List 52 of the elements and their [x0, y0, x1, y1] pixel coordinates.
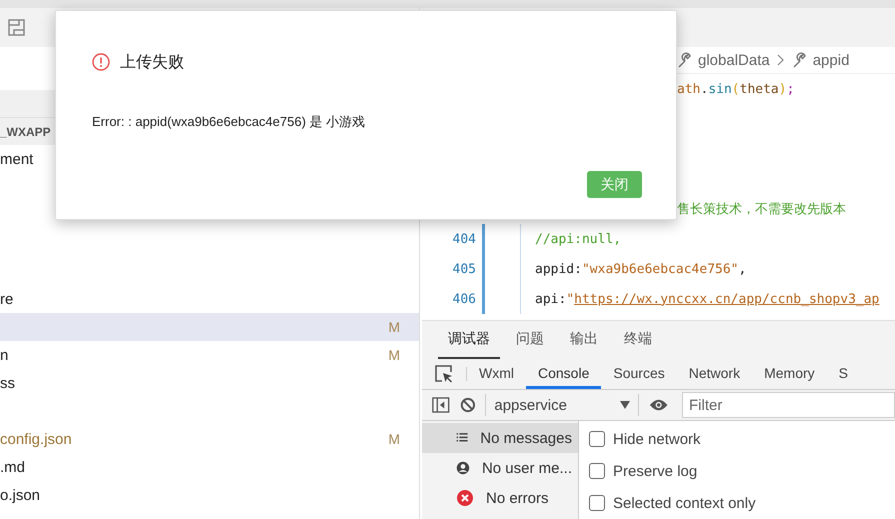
code-line: //api:null,	[534, 232, 622, 246]
breadcrumb-item[interactable]: globalData	[698, 52, 770, 68]
file-name[interactable]: config.json	[0, 430, 72, 448]
devtools-tab[interactable]: Network	[676, 358, 752, 390]
filter-field[interactable]: Filter	[682, 392, 895, 418]
devtools-tab[interactable]: S	[826, 358, 860, 390]
status-label: M	[388, 431, 400, 447]
save-icon[interactable]	[8, 19, 25, 36]
dialog-title: 上传失败	[120, 52, 184, 72]
file-name[interactable]: o.json	[0, 486, 40, 504]
file-name[interactable]: n	[0, 346, 8, 364]
line-number: 404	[452, 232, 477, 246]
devtools-tab[interactable]: Console	[526, 358, 602, 390]
panel-tab[interactable]: 输出	[560, 321, 608, 359]
console-filter-item[interactable]: No user me...	[422, 453, 578, 483]
file-name[interactable]: re	[0, 290, 14, 308]
line-number: 406	[452, 292, 477, 306]
status-label: M	[388, 319, 400, 335]
line-number: 405	[452, 262, 477, 276]
panel-tab[interactable]: 终端	[614, 321, 662, 359]
chevron-icon	[776, 54, 784, 66]
code-line: ath.sin(theta);	[676, 82, 794, 96]
checkbox-label[interactable]: Hide network	[613, 430, 701, 448]
breadcrumb-item[interactable]: appid	[812, 52, 850, 68]
warning-icon	[92, 53, 110, 71]
file-name[interactable]: ment	[0, 150, 34, 168]
console-filter-item[interactable]: No messages	[422, 423, 578, 453]
code-line: 售长策技术，不需要改先版本	[676, 200, 846, 218]
code-line: appid:"wxa9b6e6ebcac4e756",	[534, 262, 746, 276]
checkbox[interactable]	[589, 495, 605, 511]
panel-tab[interactable]: 问题	[506, 321, 554, 359]
console-filter-item[interactable]: No errors	[422, 483, 578, 513]
error-icon	[456, 489, 474, 507]
devtools-tab[interactable]: Sources	[601, 358, 677, 390]
checkbox[interactable]	[589, 431, 605, 447]
checkbox-label[interactable]: Selected context only	[613, 494, 756, 512]
status-label: M	[388, 347, 400, 363]
file-name[interactable]: .md	[0, 458, 26, 476]
sidebar-toggle-icon[interactable]	[432, 396, 450, 414]
checkbox[interactable]	[589, 463, 605, 479]
panel-tab[interactable]: 调试器	[438, 321, 500, 359]
context-dropdown[interactable]: appservice	[485, 394, 639, 416]
devtools-tab[interactable]: Memory	[752, 358, 827, 390]
clear-icon[interactable]	[460, 396, 476, 414]
user-icon	[456, 459, 470, 477]
caret-icon	[620, 401, 630, 410]
code-line: api:"https://wx.ynccxx.cn/app/ccnb_shopv3_ap	[534, 292, 880, 306]
devtools-tab[interactable]: Wxml	[467, 358, 526, 390]
eye-icon[interactable]	[648, 398, 668, 412]
inspect-icon[interactable]	[434, 364, 454, 384]
file-name[interactable]: ss	[0, 374, 15, 392]
checkbox-label[interactable]: Preserve log	[613, 462, 698, 480]
